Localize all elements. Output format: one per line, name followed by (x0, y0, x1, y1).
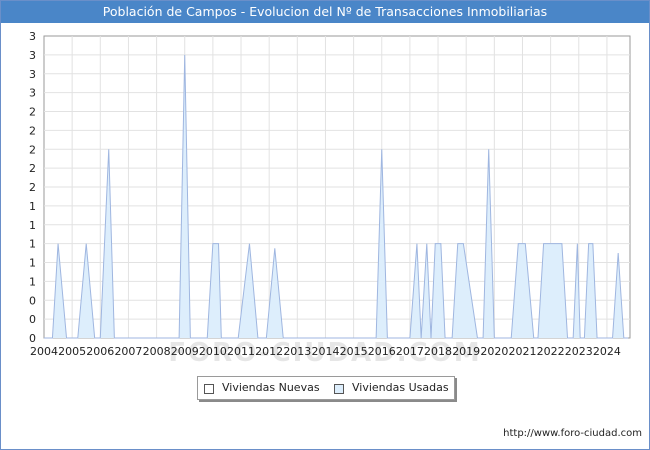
y-tick-label: 1 (29, 200, 36, 213)
x-tick-label: 2015 (340, 345, 368, 358)
legend: Viviendas Nuevas Viviendas Usadas (197, 376, 455, 400)
x-tick-label: 2022 (537, 345, 565, 358)
y-tick-label: 2 (29, 143, 36, 156)
x-tick-label: 2005 (58, 345, 86, 358)
legend-swatch-usadas (334, 384, 344, 394)
x-tick-label: 2017 (396, 345, 424, 358)
y-tick-label: 3 (29, 68, 36, 81)
legend-swatch-nuevas (204, 384, 214, 394)
y-tick-label: 3 (29, 30, 36, 43)
x-tick-label: 2004 (30, 345, 58, 358)
x-tick-label: 2019 (452, 345, 480, 358)
x-tick-label: 2018 (424, 345, 452, 358)
series-layer (44, 54, 629, 339)
x-tick-label: 2010 (199, 345, 227, 358)
legend-label-nuevas: Viviendas Nuevas (222, 381, 320, 394)
y-tick-label: 2 (29, 181, 36, 194)
x-tick-label: 2012 (255, 345, 283, 358)
series-line-viviendas-usadas (44, 54, 629, 339)
x-tick-label: 2016 (368, 345, 396, 358)
x-tick-label: 2007 (114, 345, 142, 358)
y-tick-label: 3 (29, 87, 36, 100)
y-tick-label: 0 (29, 313, 36, 326)
y-tick-label: 1 (29, 238, 36, 251)
y-tick-label: 2 (29, 124, 36, 137)
y-axis-ticks: 0 0 0 1 1 1 1 1 2 2 2 2 2 3 3 3 3 (29, 30, 36, 345)
y-tick-label: 1 (29, 275, 36, 288)
x-tick-label: 2011 (227, 345, 255, 358)
x-tick-label: 2024 (593, 345, 621, 358)
x-tick-label: 2013 (283, 345, 311, 358)
x-tick-label: 2014 (311, 345, 339, 358)
y-tick-label: 0 (29, 332, 36, 345)
x-tick-label: 2023 (565, 345, 593, 358)
x-tick-label: 2008 (143, 345, 171, 358)
x-axis-ticks: 2004 2005 2006 2007 2008 2009 2010 2011 2012 2013… (30, 345, 621, 358)
x-tick-label: 2020 (480, 345, 508, 358)
legend-label-usadas: Viviendas Usadas (352, 381, 449, 394)
y-tick-label: 1 (29, 219, 36, 232)
y-tick-label: 3 (29, 49, 36, 62)
footer-url: http://www.foro-ciudad.com (503, 428, 642, 439)
y-tick-label: 0 (29, 294, 36, 307)
x-tick-label: 2009 (171, 345, 199, 358)
y-tick-label: 1 (29, 257, 36, 270)
y-tick-label: 2 (29, 162, 36, 175)
x-tick-label: 2021 (508, 345, 536, 358)
x-tick-label: 2006 (86, 345, 114, 358)
y-tick-label: 2 (29, 106, 36, 119)
